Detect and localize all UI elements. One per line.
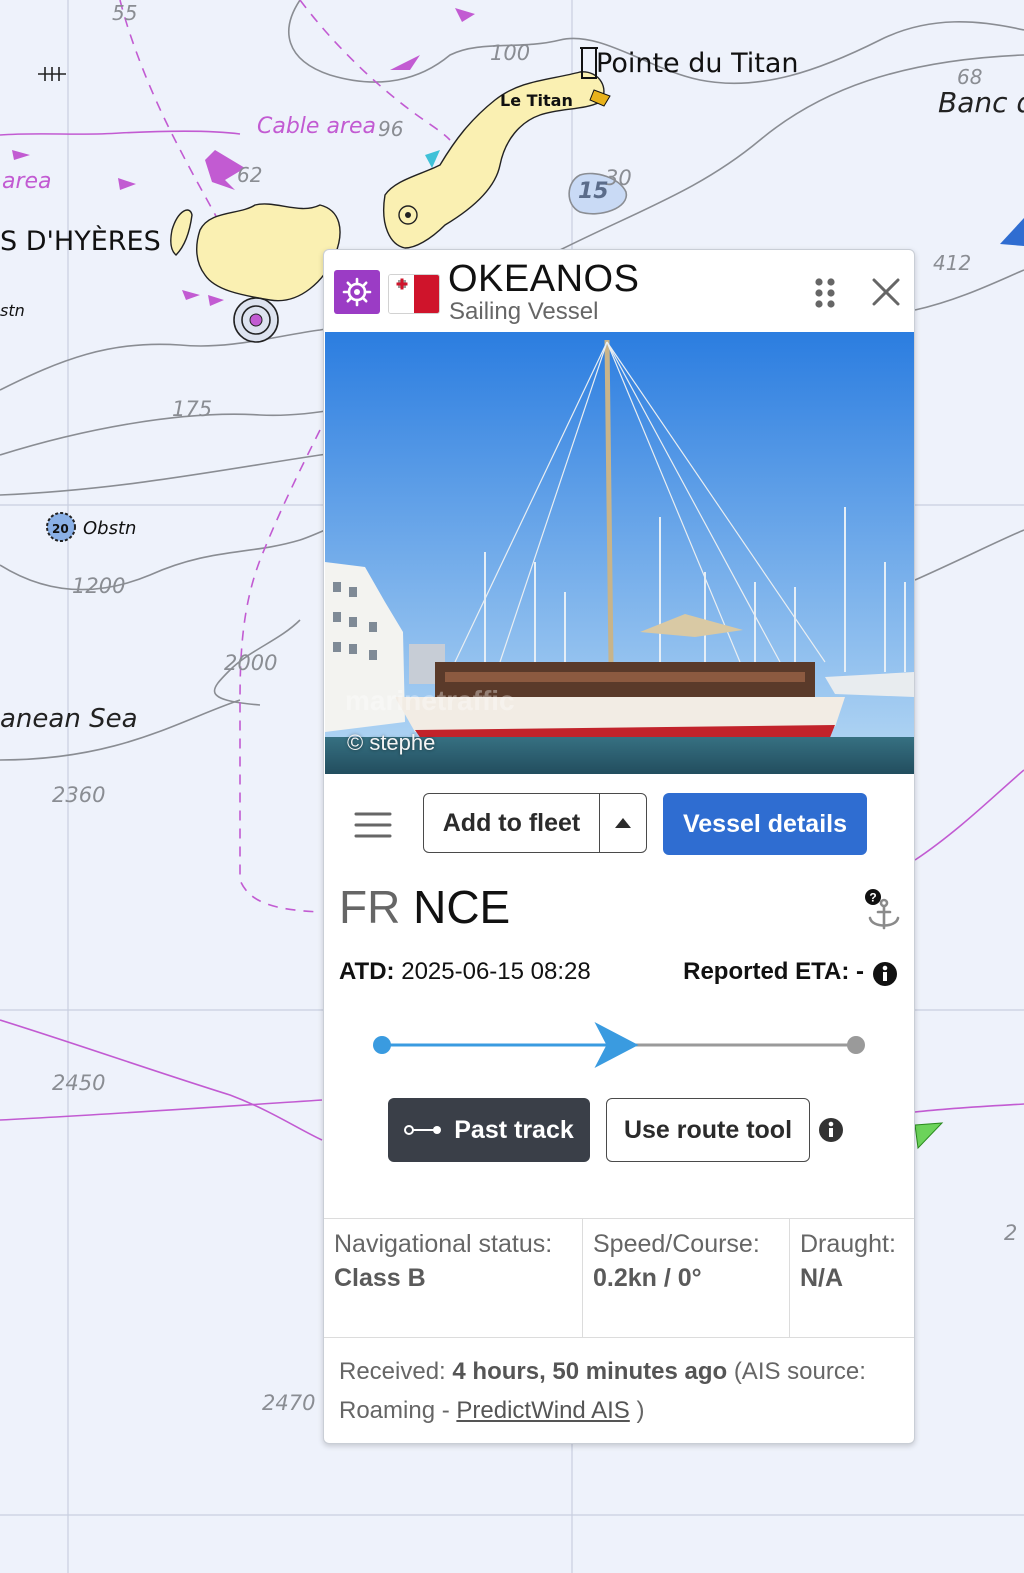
atd: ATD: 2025-06-15 08:28	[339, 958, 591, 986]
svg-text:marinetraffic: marinetraffic	[345, 685, 515, 716]
menu-icon[interactable]	[354, 810, 392, 840]
departure-point-icon	[373, 1036, 391, 1054]
vessel-type: Sailing Vessel	[449, 298, 599, 325]
depth-sounding: 55	[112, 1, 137, 25]
vessel-details-button[interactable]: Vessel details	[663, 793, 867, 855]
atd-value: 2025-06-15 08:28	[401, 958, 591, 985]
popup-header: OKEANOS Sailing Vessel	[324, 250, 914, 332]
depth-sounding: 68	[957, 65, 982, 89]
map-label-stn: stn	[0, 301, 25, 320]
photo-credit: © stephe	[347, 730, 436, 755]
map-label-le-titan: Le Titan	[500, 91, 573, 110]
departure-port-code: NCE	[413, 881, 511, 933]
depth-sounding: 2000	[224, 651, 277, 675]
past-track-icon	[404, 1125, 442, 1135]
malta-flag-icon	[388, 274, 440, 314]
received-info: Received: 4 hours, 50 minutes ago (AIS s…	[339, 1352, 909, 1430]
depth-sounding: 2	[1004, 1221, 1017, 1245]
past-track-button[interactable]: Past track	[388, 1098, 590, 1162]
vessel-photo[interactable]: marinetraffic © stephe	[325, 332, 914, 774]
departure-port: FR NCE	[339, 880, 510, 934]
eta-info-icon[interactable]	[872, 961, 898, 987]
atd-label: ATD:	[339, 958, 395, 985]
past-track-label: Past track	[454, 1115, 574, 1144]
draught-value: N/A	[800, 1264, 844, 1292]
map-label-banc: Banc d	[938, 86, 1024, 119]
route-tool-info-icon[interactable]	[818, 1117, 844, 1143]
vessel-info-popup: OKEANOS Sailing Vessel marinetraffic © s…	[323, 249, 915, 1444]
depth-sounding: 412	[933, 251, 971, 275]
speed-course-label: Speed/Course:	[593, 1230, 760, 1258]
add-to-fleet-group: Add to fleet	[423, 793, 647, 853]
predictwind-ais-link[interactable]: PredictWind AIS	[456, 1397, 629, 1424]
close-icon[interactable]	[868, 274, 904, 310]
depth-sounding: 15	[578, 179, 609, 204]
vessel-status-grid: Navigational status: Class B Speed/Cours…	[324, 1218, 914, 1338]
received-suffix: )	[636, 1397, 645, 1424]
depth-sounding: 96	[378, 117, 403, 141]
speed-course-value: 0.2kn / 0°	[593, 1264, 702, 1292]
anchor-help-icon[interactable]: ?	[862, 888, 902, 932]
depth-sounding: 2360	[52, 783, 105, 807]
speed-course: Speed/Course: 0.2kn / 0°	[582, 1219, 789, 1337]
received-label: Received:	[339, 1358, 446, 1385]
map-label-area: area	[2, 169, 52, 194]
nav-status-label: Navigational status:	[334, 1230, 553, 1258]
navigational-status: Navigational status: Class B	[324, 1219, 582, 1337]
depth-sounding: 30	[605, 166, 632, 190]
depth-sounding: 100	[490, 41, 530, 65]
svg-text:?: ?	[869, 891, 876, 905]
add-to-fleet-button[interactable]: Add to fleet	[424, 794, 600, 852]
depth-sounding: 175	[172, 397, 212, 421]
draught: Draught: N/A	[789, 1219, 914, 1337]
map-label-iles-hyeres: S D'HYÈRES	[0, 225, 161, 257]
depth-sounding: 2450	[52, 1071, 105, 1095]
fleet-dropdown-toggle[interactable]	[600, 794, 646, 852]
use-route-tool-button[interactable]: Use route tool	[606, 1098, 810, 1162]
map-label-obstn: Obstn	[83, 518, 136, 539]
voyage-progress	[373, 1022, 865, 1068]
vessel-name: OKEANOS	[448, 258, 640, 300]
depth-sounding: 62	[237, 163, 262, 187]
depth-sounding: 1200	[72, 574, 125, 598]
drag-handle-icon[interactable]	[812, 276, 838, 310]
map-label-pointe-du-titan: Pointe du Titan	[596, 48, 798, 79]
eta-label: Reported ETA:	[683, 958, 850, 985]
reported-eta: Reported ETA: -	[683, 958, 864, 986]
sailing-vessel-icon	[334, 270, 380, 314]
nav-status-value: Class B	[334, 1264, 426, 1292]
destination-point-icon	[847, 1036, 865, 1054]
departure-country-code: FR	[339, 881, 401, 933]
map-label-sea: anean Sea	[0, 704, 138, 734]
eta-value: -	[856, 958, 864, 985]
draught-label: Draught:	[800, 1230, 896, 1258]
depth-sounding: 2470	[262, 1391, 315, 1415]
map-label-cable-area: Cable area	[257, 114, 376, 139]
caret-up-icon	[615, 818, 631, 828]
map-label-obstn-depth: 20	[52, 522, 69, 536]
received-age: 4 hours, 50 minutes ago	[452, 1358, 728, 1385]
